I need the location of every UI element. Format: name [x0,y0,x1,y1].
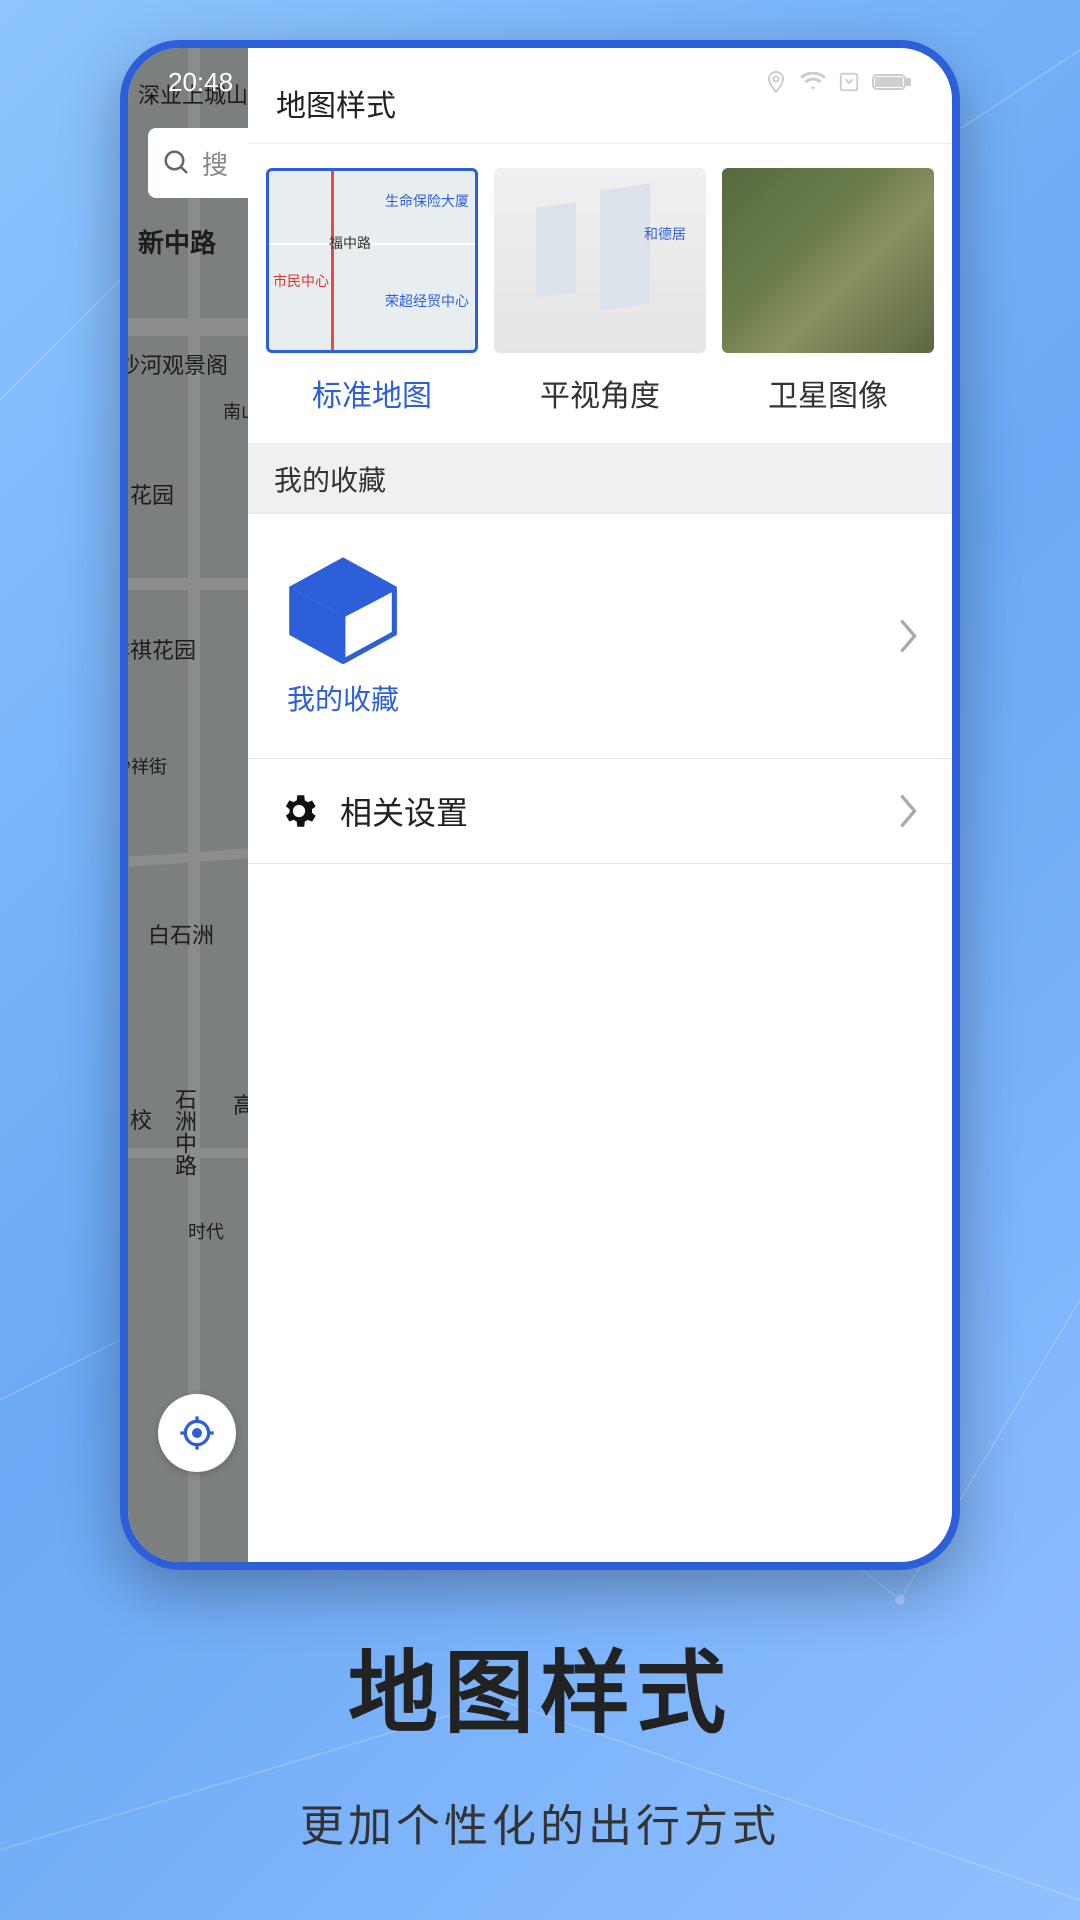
map-label: 沙河观景阁 [120,348,228,380]
map-label: 白石洲 [148,918,214,950]
map-label: 沙祥街 [120,753,167,779]
favorites-header: 我的收藏 [248,444,952,514]
style-option-satellite[interactable]: 卫星图像 [722,168,934,415]
map-style-options: 生命保险大厦 福中路 市民中心 荣超经贸中心 标准地图 和德居 平视角度 卫星图… [248,143,952,444]
search-icon [162,148,192,178]
cast-icon [838,71,860,93]
settings-row[interactable]: 相关设置 [248,759,952,864]
style-label: 卫星图像 [768,371,888,415]
status-bar: 20:48 [128,62,952,102]
settings-label: 相关设置 [340,788,468,834]
map-label: 时代 [188,1218,224,1244]
promo-title: 地图样式 [0,1620,1080,1750]
locate-button[interactable] [158,1394,236,1472]
box-icon [278,554,408,664]
style-option-standard[interactable]: 生命保险大厦 福中路 市民中心 荣超经贸中心 标准地图 [266,168,478,415]
map-style-panel: 地图样式 生命保险大厦 福中路 市民中心 荣超经贸中心 标准地图 和德居 [248,48,952,1562]
map-label: 石洲中路 [168,1088,200,1176]
promo-section: 地图样式 更加个性化的出行方式 [0,1620,1080,1854]
style-thumb-standard: 生命保险大厦 福中路 市民中心 荣超经贸中心 [266,168,478,353]
map-label: 州花园 [120,478,174,510]
wifi-icon [800,72,826,92]
style-option-perspective[interactable]: 和德居 平视角度 [494,168,706,415]
promo-subtitle: 更加个性化的出行方式 [0,1790,1080,1854]
chevron-right-icon [894,789,922,833]
phone-frame: 深业上城山谷 新中路 沙河观景阁 州花园 祥祺花园 沙祥街 白石洲 南山 山校 … [120,40,960,1570]
style-label: 平视角度 [540,371,660,415]
map-label: 新中路 [138,223,216,260]
style-thumb-perspective: 和德居 [494,168,706,353]
favorites-item[interactable]: 我的收藏 [278,554,408,718]
map-label: 山校 [120,1103,152,1135]
favorites-label: 我的收藏 [287,678,399,718]
gear-icon [278,790,320,832]
style-label: 标准地图 [312,371,432,415]
crosshair-icon [177,1413,217,1453]
style-thumb-satellite [722,168,934,353]
status-time: 20:48 [168,67,233,98]
map-label: 祥祺花园 [120,633,196,665]
search-placeholder: 搜 [202,145,228,182]
location-status-icon [764,70,788,94]
battery-icon [872,72,912,92]
favorites-row[interactable]: 我的收藏 [248,514,952,759]
chevron-right-icon [894,614,922,658]
